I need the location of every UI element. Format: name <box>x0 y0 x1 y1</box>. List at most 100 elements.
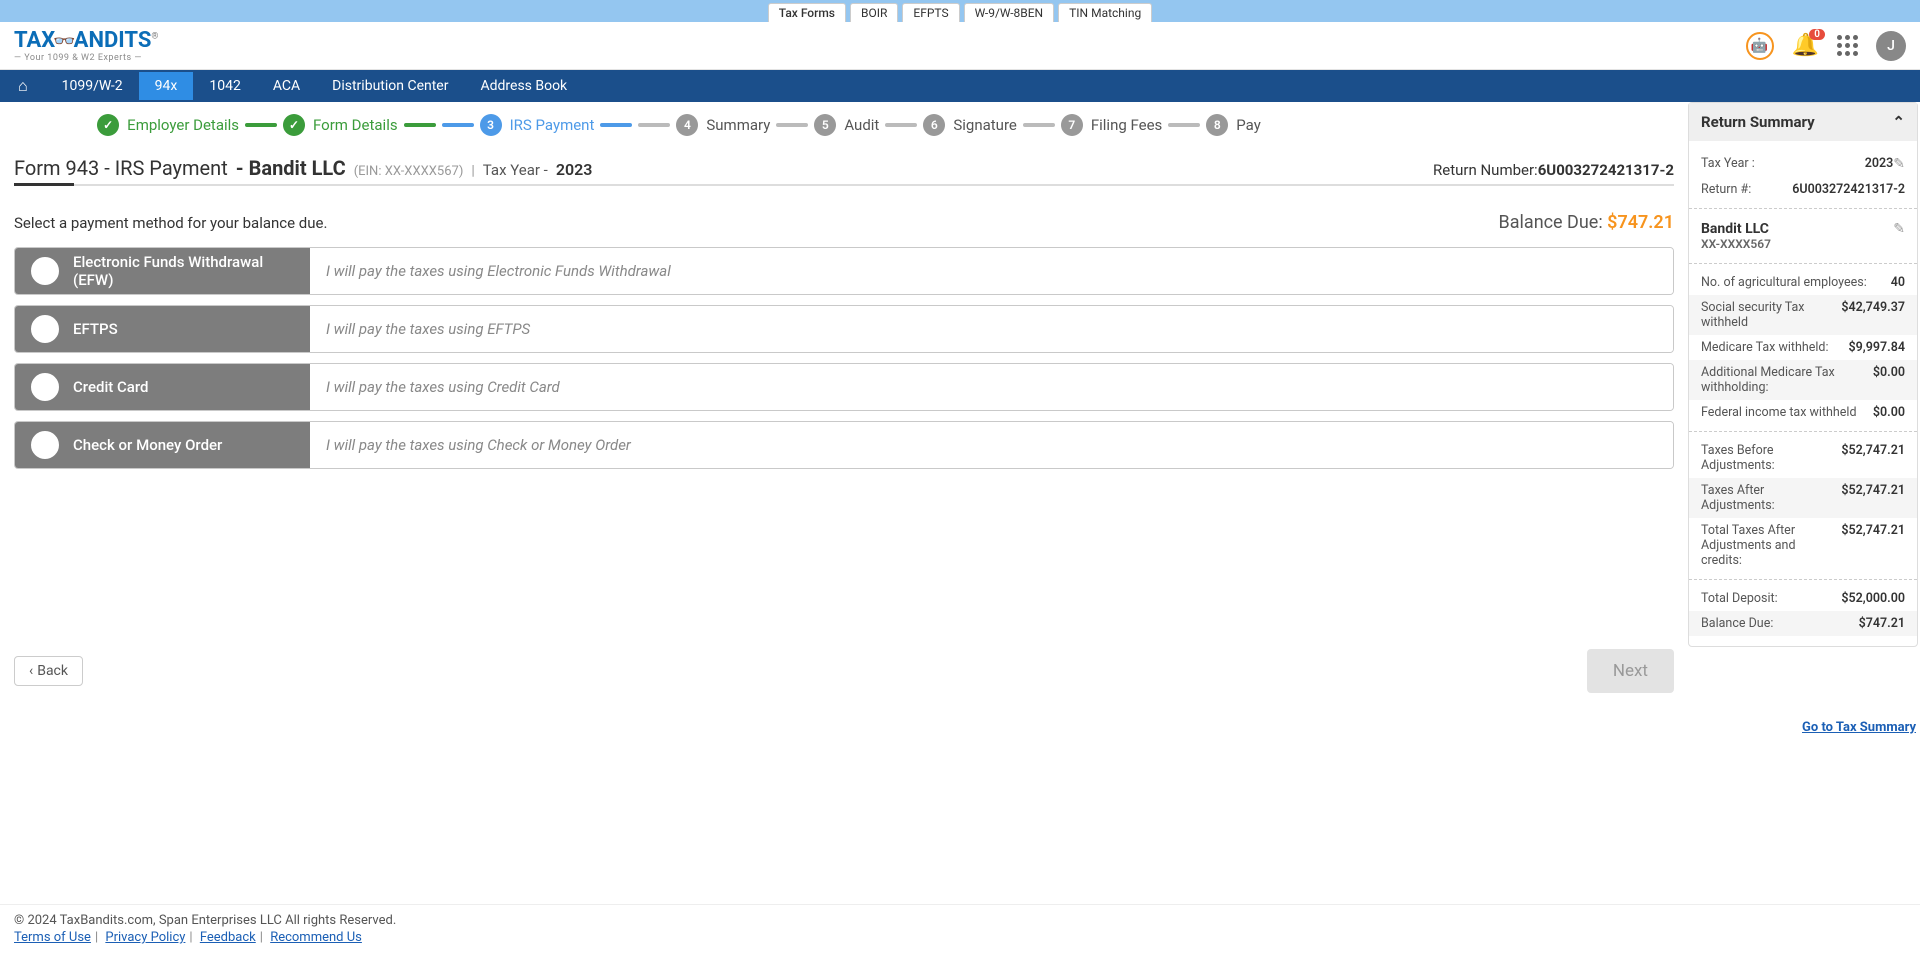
footer-privacy[interactable]: Privacy Policy <box>105 930 185 945</box>
summary-row-label: Additional Medicare Tax withholding: <box>1701 365 1873 395</box>
summary-row: Taxes Before Adjustments:$52,747.21 <box>1701 438 1905 478</box>
bot-icon[interactable]: 🤖 <box>1746 32 1774 60</box>
step-3-icon: 3 <box>480 114 502 136</box>
footer-recommend[interactable]: Recommend Us <box>270 930 362 945</box>
ein: (EIN: XX-XXXX567) <box>354 164 464 179</box>
summary-row-value: $0.00 <box>1873 405 1905 420</box>
step-1-label: Employer Details <box>127 116 239 134</box>
summary-row: Social security Tax withheld$42,749.37 <box>1689 295 1917 335</box>
bottom-row: ‹Back Next <box>14 649 1674 693</box>
pipe: | <box>471 163 474 179</box>
step-5-icon: 5 <box>814 114 836 136</box>
tax-year-label: Tax Year - <box>483 161 548 179</box>
footer-feedback[interactable]: Feedback <box>200 930 256 945</box>
nav-1099[interactable]: 1099/W-2 <box>46 72 139 100</box>
summary-biz-name: Bandit LLC <box>1701 221 1771 237</box>
option-desc: I will pay the taxes using Check or Mone… <box>310 422 1673 468</box>
radio-check[interactable] <box>31 431 59 459</box>
summary-return-num: 6U003272421317-2 <box>1792 182 1905 197</box>
option-name: Credit Card <box>73 378 148 396</box>
summary-row-value: $747.21 <box>1859 616 1905 631</box>
top-tab-efpts[interactable]: EFPTS <box>902 3 959 22</box>
option-name: Electronic Funds Withdrawal (EFW) <box>73 253 294 289</box>
payment-option-check[interactable]: Check or Money Order I will pay the taxe… <box>14 421 1674 469</box>
summary-row-label: Total Deposit: <box>1701 591 1841 606</box>
main-nav: ⌂ 1099/W-2 94x 1042 ACA Distribution Cen… <box>0 70 1920 102</box>
nav-aca[interactable]: ACA <box>257 72 316 100</box>
summary-row: Total Taxes After Adjustments and credit… <box>1701 518 1905 573</box>
edit-icon[interactable]: ✎ <box>1893 156 1905 172</box>
payment-option-efw[interactable]: Electronic Funds Withdrawal (EFW) I will… <box>14 247 1674 295</box>
step-bar <box>1023 123 1055 127</box>
summary-row-value: 40 <box>1891 275 1905 290</box>
summary-row-value: $52,747.21 <box>1841 443 1905 458</box>
summary-row: No. of agricultural employees:40 <box>1701 270 1905 295</box>
goto-summary-link-wrap: Go to Tax Summary <box>0 713 1920 735</box>
top-tabs: Tax Forms BOIR EFPTS W-9/W-8BEN TIN Matc… <box>768 3 1152 22</box>
summary-row-value: $9,997.84 <box>1849 340 1905 355</box>
apps-grid-icon[interactable] <box>1837 35 1858 56</box>
summary-row-value: $52,747.21 <box>1841 483 1905 498</box>
footer-terms[interactable]: Terms of Use <box>14 930 91 945</box>
header: TAX👓ANDITS® — Your 1099 & W2 Experts — 🤖… <box>0 22 1920 70</box>
summary-row-label: Medicare Tax withheld: <box>1701 340 1849 355</box>
next-button[interactable]: Next <box>1587 649 1674 693</box>
summary-row-label: Taxes After Adjustments: <box>1701 483 1841 513</box>
copyright: © 2024 TaxBandits.com, Span Enterprises … <box>14 913 1906 928</box>
payment-option-credit[interactable]: Credit Card I will pay the taxes using C… <box>14 363 1674 411</box>
step-6-icon: 6 <box>923 114 945 136</box>
summary-row: Total Deposit:$52,000.00 <box>1701 586 1905 611</box>
edit-icon[interactable]: ✎ <box>1893 221 1905 237</box>
step-3-label: IRS Payment <box>510 116 595 134</box>
summary-row-value: $0.00 <box>1873 365 1905 380</box>
radio-eftps[interactable] <box>31 315 59 343</box>
top-tab-tax-forms[interactable]: Tax Forms <box>768 3 846 22</box>
summary-row: Taxes After Adjustments:$52,747.21 <box>1689 478 1917 518</box>
goto-summary-link[interactable]: Go to Tax Summary <box>1802 720 1916 735</box>
option-name: EFTPS <box>73 320 118 338</box>
avatar[interactable]: J <box>1876 31 1906 61</box>
step-bar <box>245 123 277 127</box>
payment-option-eftps[interactable]: EFTPS I will pay the taxes using EFTPS <box>14 305 1674 353</box>
step-bar <box>885 123 917 127</box>
step-7-label: Filing Fees <box>1091 116 1162 134</box>
radio-efw[interactable] <box>31 257 59 285</box>
summary-row: Medicare Tax withheld:$9,997.84 <box>1701 335 1905 360</box>
step-8-label: Pay <box>1236 116 1261 134</box>
summary-row: Federal income tax withheld$0.00 <box>1701 400 1905 425</box>
summary-row-label: Federal income tax withheld <box>1701 405 1873 420</box>
nav-1042[interactable]: 1042 <box>193 72 256 100</box>
top-tab-tin[interactable]: TIN Matching <box>1058 3 1152 22</box>
summary-row-value: $52,000.00 <box>1841 591 1905 606</box>
nav-94x[interactable]: 94x <box>139 72 194 100</box>
page-title-row: Form 943 - IRS Payment - Bandit LLC (EIN… <box>14 148 1674 186</box>
summary-header[interactable]: Return Summary ⌃ <box>1689 103 1917 141</box>
option-desc: I will pay the taxes using Credit Card <box>310 364 1673 410</box>
summary-row: Additional Medicare Tax withholding:$0.0… <box>1689 360 1917 400</box>
radio-credit[interactable] <box>31 373 59 401</box>
step-bar <box>776 123 808 127</box>
top-tab-boir[interactable]: BOIR <box>850 3 898 22</box>
step-5-label: Audit <box>844 116 879 134</box>
step-1-icon: ✓ <box>97 114 119 136</box>
return-summary-panel: Return Summary ⌃ Tax Year : 2023 ✎ Retur… <box>1688 102 1918 647</box>
summary-row-label: Social security Tax withheld <box>1701 300 1841 330</box>
summary-return-label: Return #: <box>1701 182 1792 197</box>
chevron-left-icon: ‹ <box>29 663 33 679</box>
nav-addr[interactable]: Address Book <box>464 72 583 100</box>
summary-row-label: Balance Due: <box>1701 616 1859 631</box>
nav-dist[interactable]: Distribution Center <box>316 72 464 100</box>
balance-due: Balance Due: $747.21 <box>1499 212 1674 233</box>
step-2-icon: ✓ <box>283 114 305 136</box>
logo[interactable]: TAX👓ANDITS® — Your 1099 & W2 Experts — <box>14 28 158 63</box>
summary-biz-ein: XX-XXXX567 <box>1701 237 1771 251</box>
nav-home-icon[interactable]: ⌂ <box>0 70 46 102</box>
notifications[interactable]: 🔔 0 <box>1792 33 1819 58</box>
summary-row-label: Total Taxes After Adjustments and credit… <box>1701 523 1841 568</box>
step-bar <box>404 123 436 127</box>
step-bar <box>600 123 632 127</box>
step-2-label: Form Details <box>313 116 398 134</box>
back-button[interactable]: ‹Back <box>14 656 83 686</box>
top-tab-w9[interactable]: W-9/W-8BEN <box>964 3 1055 22</box>
logo-reg: ® <box>151 32 158 42</box>
